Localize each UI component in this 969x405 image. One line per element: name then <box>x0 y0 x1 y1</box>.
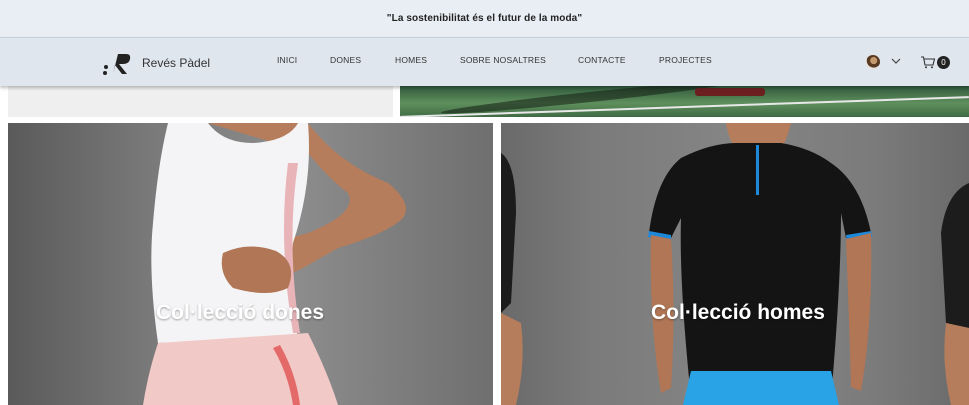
cart-count-badge: 0 <box>937 55 950 69</box>
women-collection-label: Col·lecció dones <box>156 301 325 324</box>
chevron-down-icon[interactable] <box>890 56 902 66</box>
cart-icon <box>921 56 936 69</box>
announcement-text: "La sostenibilitat és el futur de la mod… <box>386 13 583 24</box>
men-collection-image <box>501 123 969 405</box>
nav-item-contacte[interactable]: CONTACTE <box>578 55 626 65</box>
nav-item-inici[interactable]: INICI <box>277 55 297 65</box>
page: "La sostenibilitat és el futur de la mod… <box>0 0 969 405</box>
brand-logo-link[interactable]: Revés Pàdel <box>103 50 210 76</box>
site-header: Revés Pàdel INICI DONES HOMES SOBRE NOSA… <box>0 37 969 86</box>
nav-item-dones[interactable]: DONES <box>330 55 361 65</box>
hero-banner-left <box>8 86 393 117</box>
cart-button[interactable]: 0 <box>920 53 950 71</box>
nav-item-sobre-nosaltres[interactable]: SOBRE NOSALTRES <box>460 55 546 65</box>
user-avatar[interactable] <box>866 55 880 69</box>
nav-item-projectes[interactable]: PROJECTES <box>659 55 712 65</box>
brand-name: Revés Pàdel <box>142 56 211 70</box>
men-collection-label: Col·lecció homes <box>651 301 825 324</box>
brand-logo-icon <box>103 54 131 75</box>
nav-item-homes[interactable]: HOMES <box>395 55 427 65</box>
collection-tile-women[interactable]: Col·lecció dones <box>8 123 493 405</box>
collection-tile-men[interactable]: Col·lecció homes <box>501 123 969 405</box>
hero-banner-image <box>400 86 969 117</box>
announcement-bar: "La sostenibilitat és el futur de la mod… <box>0 0 969 37</box>
shoe-image <box>695 88 765 96</box>
women-collection-image <box>143 123 406 405</box>
